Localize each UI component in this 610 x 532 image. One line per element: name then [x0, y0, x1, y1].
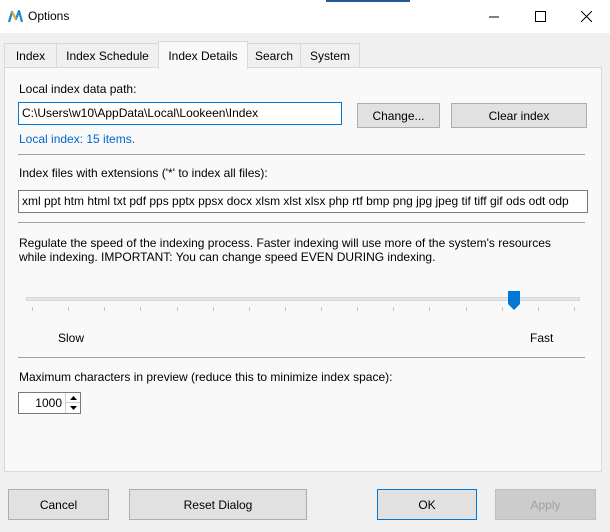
slider-tick — [104, 307, 105, 311]
stepper-buttons — [65, 393, 80, 413]
tab-index-schedule[interactable]: Index Schedule — [56, 43, 159, 68]
slider-tick — [68, 307, 69, 311]
separator — [18, 154, 585, 155]
slider-tick — [32, 307, 33, 311]
slider-tick — [285, 307, 286, 311]
slider-tick — [502, 307, 503, 311]
close-icon — [580, 11, 592, 22]
stepper-down-button[interactable] — [66, 403, 80, 413]
maximize-button[interactable] — [517, 0, 563, 33]
chevron-up-icon — [69, 395, 77, 400]
ok-button[interactable]: OK — [377, 489, 477, 520]
tab-index[interactable]: Index — [4, 43, 57, 68]
index-path-input[interactable]: C:\Users\w10\AppData\Local\Lookeen\Index — [18, 102, 342, 125]
tab-system[interactable]: System — [300, 43, 360, 68]
preview-chars-stepper[interactable]: 1000 — [18, 392, 81, 414]
slider-tick — [213, 307, 214, 311]
cancel-button[interactable]: Cancel — [8, 489, 109, 520]
stepper-up-button[interactable] — [66, 393, 80, 403]
separator — [18, 357, 585, 358]
tab-strip: Index Index Schedule Index Details Searc… — [0, 41, 610, 69]
clear-index-button[interactable]: Clear index — [451, 103, 587, 128]
slider-tick — [249, 307, 250, 311]
speed-slider-track[interactable] — [26, 297, 580, 301]
slider-tick — [177, 307, 178, 311]
extensions-input[interactable]: xml ppt htm html txt pdf pps pptx ppsx d… — [18, 190, 588, 213]
slider-tick — [321, 307, 322, 311]
slider-tick — [140, 307, 141, 311]
index-path-label: Local index data path: — [19, 82, 137, 96]
separator — [18, 222, 585, 223]
slider-tick — [429, 307, 430, 311]
title-bar: Options — [0, 0, 610, 33]
slider-tick — [357, 307, 358, 311]
index-status-text: Local index: 15 items. — [19, 132, 136, 146]
slider-tick — [574, 307, 575, 311]
reset-dialog-button[interactable]: Reset Dialog — [129, 489, 307, 520]
slider-tick — [466, 307, 467, 311]
close-button[interactable] — [563, 0, 609, 33]
apply-button[interactable]: Apply — [495, 489, 596, 520]
extensions-label: Index files with extensions ('*' to inde… — [19, 166, 268, 180]
speed-slider-thumb[interactable] — [508, 291, 520, 310]
slider-tick — [393, 307, 394, 311]
window-title: Options — [28, 9, 70, 23]
maximize-icon — [534, 11, 546, 22]
preview-chars-value[interactable]: 1000 — [35, 393, 62, 413]
change-path-button[interactable]: Change... — [357, 103, 440, 128]
tab-search[interactable]: Search — [247, 43, 301, 68]
speed-fast-label: Fast — [530, 331, 554, 345]
tab-index-details[interactable]: Index Details — [158, 41, 248, 69]
chevron-down-icon — [69, 406, 77, 410]
speed-slow-label: Slow — [58, 331, 85, 345]
title-accent-bar — [326, 0, 410, 2]
minimize-icon — [489, 16, 499, 17]
lookeen-app-icon — [8, 10, 23, 23]
slider-tick — [538, 307, 539, 311]
speed-description-line1: Regulate the speed of the indexing proce… — [19, 236, 551, 250]
speed-description-line2: while indexing. IMPORTANT: You can chang… — [19, 250, 436, 264]
minimize-button[interactable] — [471, 0, 517, 33]
preview-chars-label: Maximum characters in preview (reduce th… — [19, 370, 393, 384]
